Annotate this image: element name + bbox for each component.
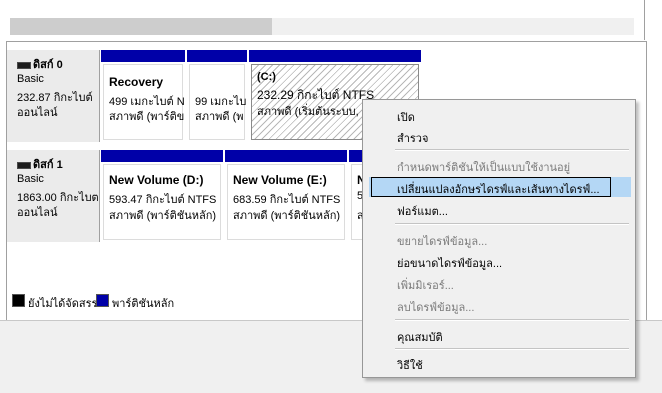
menu-item-label: เพิ่มมิเรอร์... — [397, 280, 454, 292]
disk-name: ดิสก์ 0 — [33, 59, 63, 71]
scrollbar-divider — [644, 0, 645, 40]
menu-item-explore[interactable]: สำรวจ — [369, 126, 631, 146]
menu-item-delete-volume: ลบไดรฟ์ข้อมูล... — [369, 295, 631, 315]
menu-item-label: เปลี่ยนแปลงอักษรไดรฟ์และเส้นทางไดรฟ์... — [397, 184, 600, 196]
menu-item-label: ขยายไดรฟ์ข้อมูล... — [397, 236, 488, 248]
partition-body: Recovery 499 เมกะไบต์ N สภาพดี (พาร์ติข — [103, 64, 185, 140]
menu-separator — [395, 348, 629, 350]
partition-bar — [249, 50, 421, 62]
partition-d[interactable]: New Volume (D:) 593.47 กิกะไบต์ NTFS สภา… — [101, 150, 223, 242]
menu-separator — [395, 319, 629, 321]
menu-item-add-mirror: เพิ่มมิเรอร์... — [369, 273, 631, 293]
partition-status: สภาพดี (พาร์ติชันหลัก) — [233, 210, 341, 222]
volume-list-scrollbar — [0, 0, 660, 40]
menu-item-shrink-volume[interactable]: ย่อขนาดไดรฟ์ข้อมูล... — [369, 251, 631, 271]
disk-title: ดิสก์ 0 — [17, 55, 63, 73]
legend-swatch-unallocated — [12, 294, 25, 307]
scrollbar-thumb[interactable] — [10, 18, 272, 35]
menu-item-extend-volume: ขยายไดรฟ์ข้อมูล... — [369, 229, 631, 249]
disk-drive-icon — [17, 161, 31, 169]
partition-recovery[interactable]: Recovery 499 เมกะไบต์ N สภาพดี (พาร์ติข — [101, 50, 185, 142]
partition-bar — [101, 150, 223, 162]
partition-context-menu: เปิด สำรวจ กำหนดพาร์ติชันให้เป็นแบบใช้งา… — [362, 99, 636, 378]
partition-bar — [101, 50, 185, 62]
menu-item-change-drive-letter[interactable]: เปลี่ยนแปลงอักษรไดรฟ์และเส้นทางไดรฟ์... — [369, 177, 631, 197]
partition-status: สภาพดี (พ — [195, 111, 244, 123]
menu-item-label: ย่อขนาดไดรฟ์ข้อมูล... — [397, 258, 503, 270]
legend-label-primary: พาร์ติชันหลัก — [112, 298, 175, 310]
disk-info-0[interactable]: ดิสก์ 0 Basic 232.87 กิกะไบต์ ออนไลน์ — [7, 50, 100, 142]
disk-type: Basic — [17, 173, 44, 185]
disk-title: ดิสก์ 1 — [17, 155, 63, 173]
menu-item-label: สำรวจ — [397, 133, 429, 145]
menu-separator — [395, 149, 629, 151]
menu-item-mark-active: กำหนดพาร์ติชันให้เป็นแบบใช้งานอยู่ — [369, 155, 631, 175]
menu-item-help[interactable]: วิธีใช้ — [369, 353, 631, 373]
partition-status: สภาพดี (พาร์ติชันหลัก) — [109, 210, 217, 222]
menu-item-label: คุณสมบัติ — [397, 332, 443, 344]
partition-status: สภาพดี (พาร์ติข — [109, 111, 185, 123]
disk-status: ออนไลน์ — [17, 107, 58, 119]
menu-item-format[interactable]: ฟอร์แมต... — [369, 199, 631, 219]
partition-body: 99 เมกะไบ สภาพดี (พ — [189, 64, 246, 140]
disk-status: ออนไลน์ — [17, 207, 58, 219]
menu-item-label: ลบไดรฟ์ข้อมูล... — [397, 302, 475, 314]
partition-body: New Volume (D:) 593.47 กิกะไบต์ NTFS สภา… — [103, 164, 221, 240]
partition-e[interactable]: New Volume (E:) 683.59 กิกะไบต์ NTFS สภา… — [225, 150, 347, 242]
partition-efi[interactable]: 99 เมกะไบ สภาพดี (พ — [187, 50, 247, 142]
menu-item-label: ฟอร์แมต... — [397, 206, 448, 218]
partition-title: New Volume (E:) — [233, 173, 327, 187]
partition-status: สภาพดี (เริ่มต้นระบบ, แฟ — [257, 106, 377, 118]
menu-separator — [395, 223, 629, 225]
menu-item-properties[interactable]: คุณสมบัติ — [369, 325, 631, 345]
disk-name: ดิสก์ 1 — [33, 159, 63, 171]
menu-item-label: เปิด — [397, 112, 415, 124]
menu-item-label: วิธีใช้ — [397, 360, 423, 372]
partition-title: (C:) — [257, 71, 276, 83]
disk-info-1[interactable]: ดิสก์ 1 Basic 1863.00 กิกะไบต ออนไลน์ — [7, 150, 100, 242]
disk-drive-icon — [17, 61, 31, 69]
partition-bar — [225, 150, 347, 162]
menu-item-label: กำหนดพาร์ติชันให้เป็นแบบใช้งานอยู่ — [397, 162, 571, 174]
disk-type: Basic — [17, 73, 44, 85]
partition-body: New Volume (E:) 683.59 กิกะไบต์ NTFS สภา… — [227, 164, 345, 240]
partition-title: New Volume (D:) — [109, 173, 204, 187]
legend-label-unallocated: ยังไม่ได้จัดสรร — [28, 298, 98, 310]
menu-item-open[interactable]: เปิด — [369, 105, 631, 125]
partition-bar — [187, 50, 247, 62]
legend-swatch-primary — [96, 294, 109, 307]
partition-title: Recovery — [109, 75, 164, 89]
